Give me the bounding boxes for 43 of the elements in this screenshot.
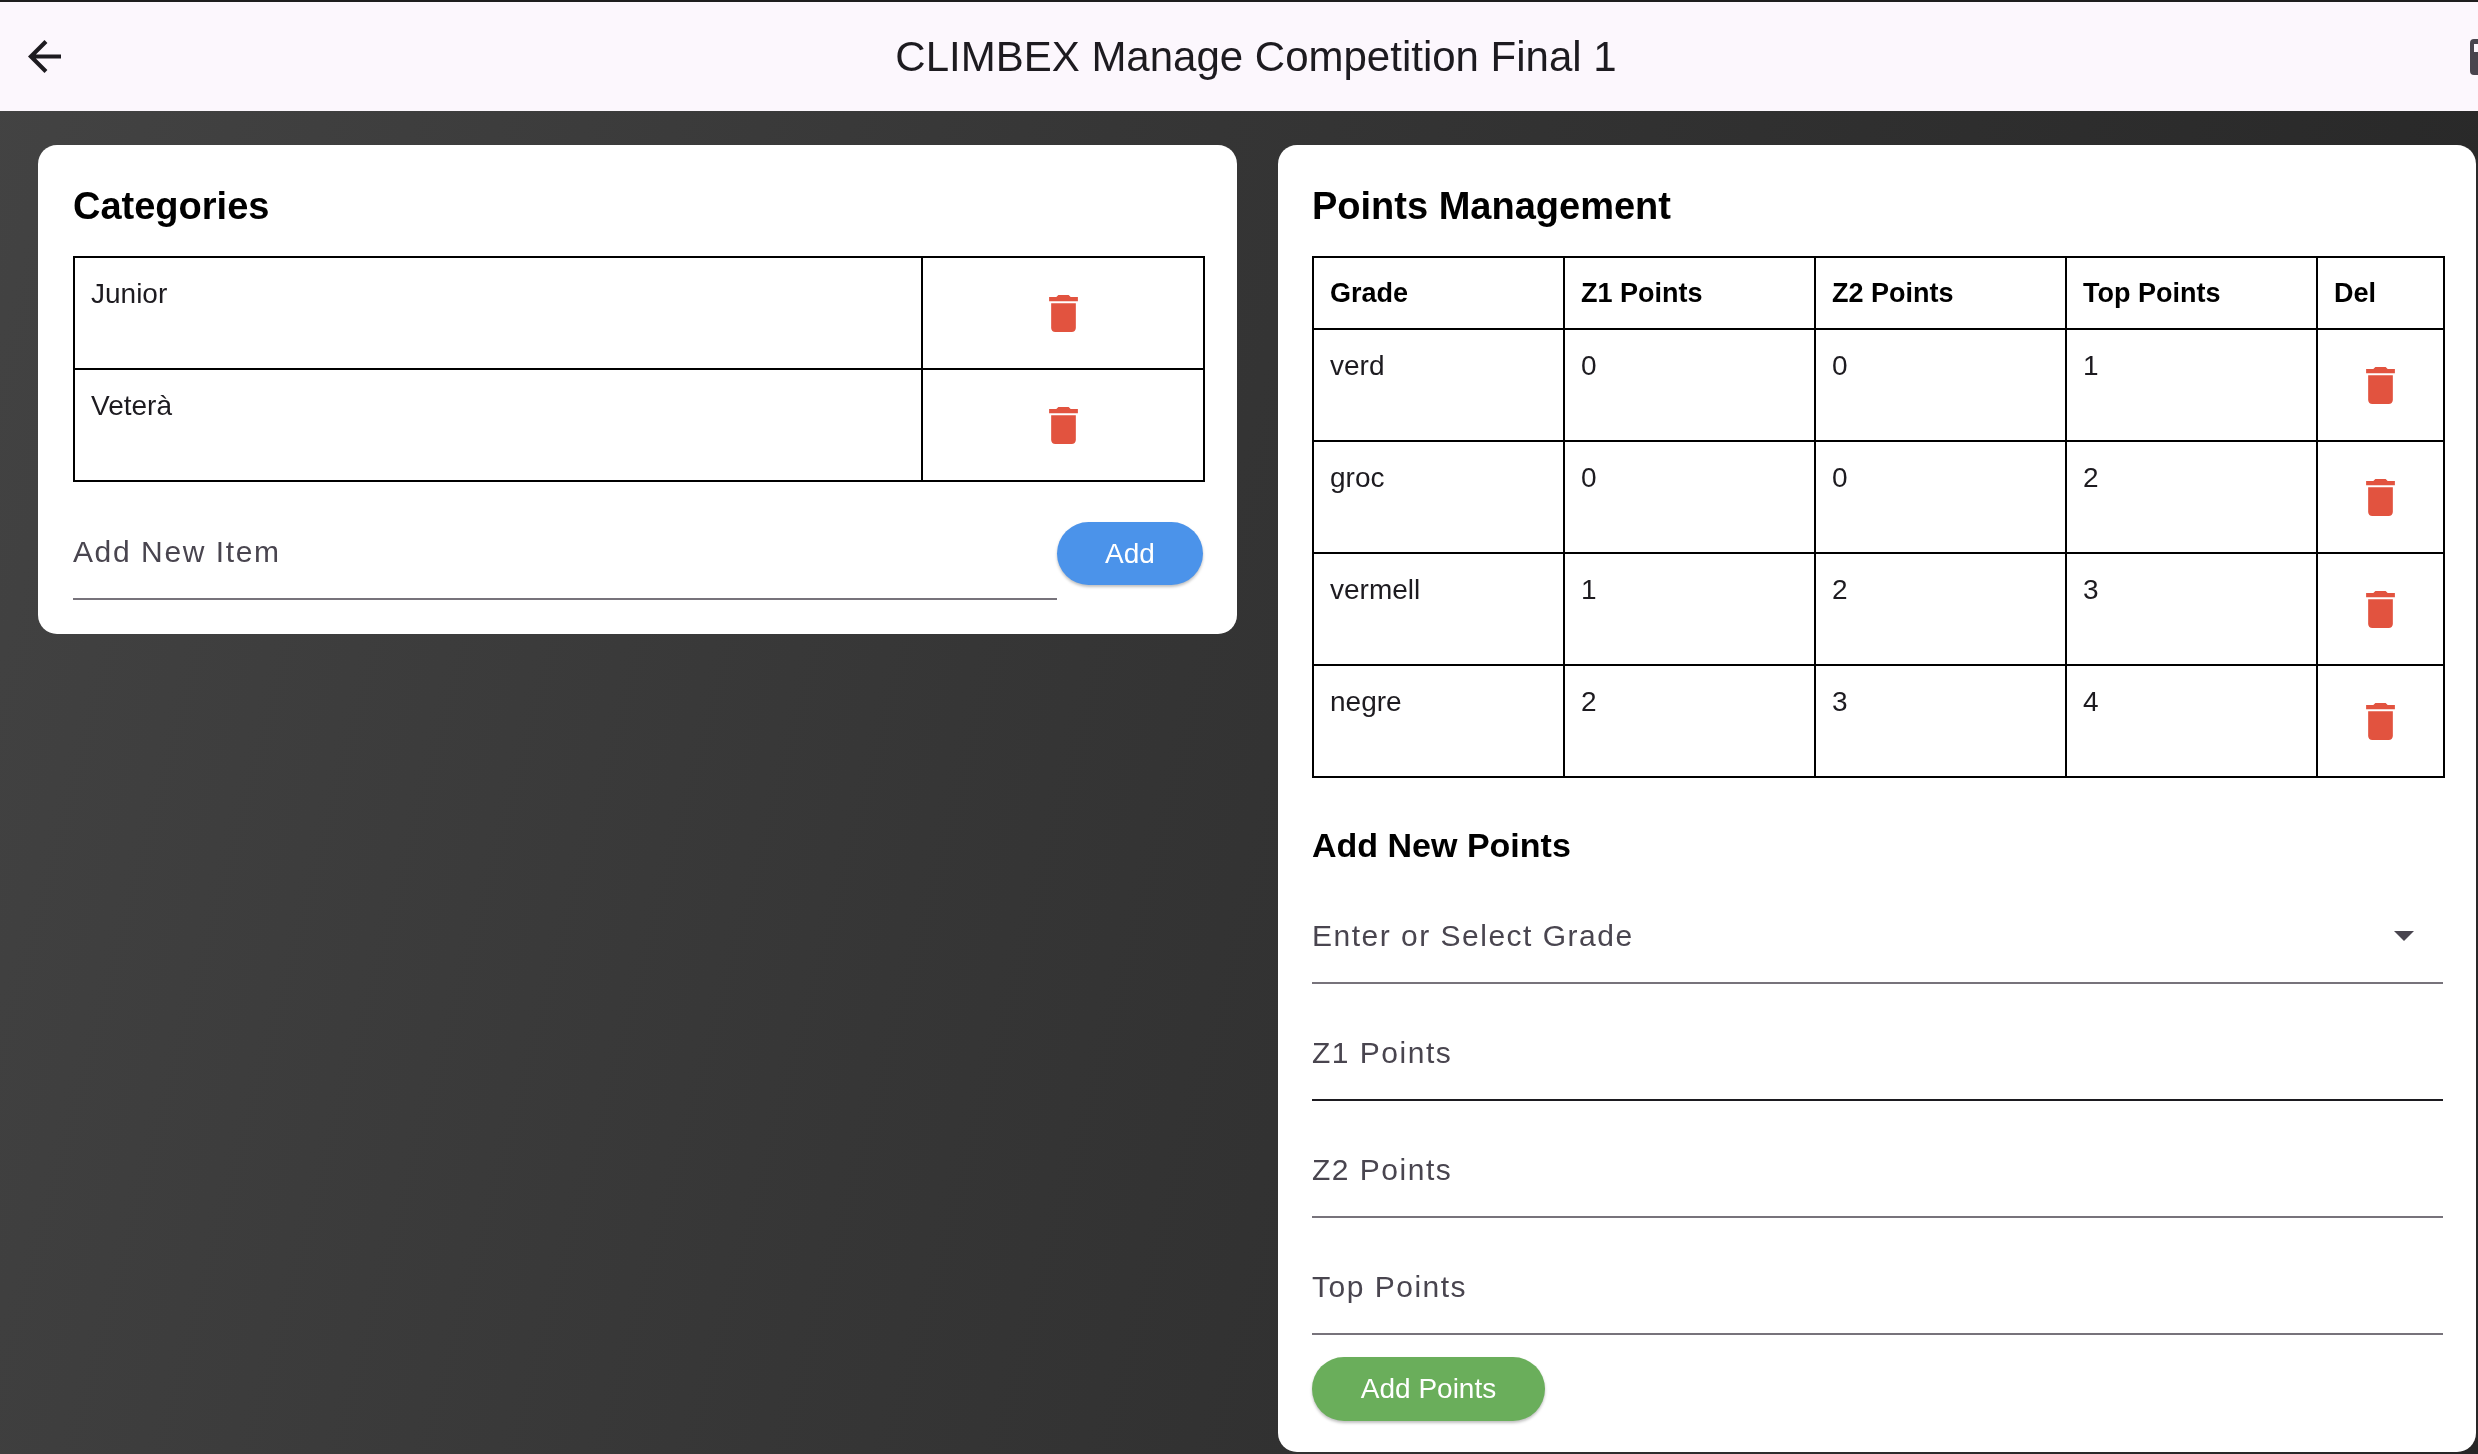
save-icon[interactable] [2470, 38, 2478, 75]
trash-icon [2366, 366, 2395, 404]
table-cell: negre [1313, 665, 1564, 777]
column-header: Z1 Points [1564, 257, 1815, 329]
table-cell: groc [1313, 441, 1564, 553]
table-cell: 0 [1564, 329, 1815, 441]
table-cell: vermell [1313, 553, 1564, 665]
add-button[interactable]: Add [1057, 522, 1203, 585]
card-title: Categories [73, 184, 270, 229]
trash-icon [1048, 406, 1078, 444]
table-cell: Veterà [74, 369, 922, 481]
table-cell: 4 [2066, 665, 2317, 777]
table-cell: 2 [2066, 441, 2317, 553]
input-field[interactable]: Z1 Points [1312, 984, 2443, 1101]
table-cell: 0 [1564, 441, 1815, 553]
back-icon [28, 40, 61, 73]
table-cell: 2 [1564, 665, 1815, 777]
trash-icon [2366, 590, 2395, 628]
trash-icon [2366, 478, 2395, 516]
table-cell: Junior [74, 257, 922, 369]
table-cell: 3 [2066, 553, 2317, 665]
dropdown-arrow-icon[interactable] [2394, 931, 2414, 941]
table-cell: 2 [1815, 553, 2066, 665]
column-header: Grade [1313, 257, 1564, 329]
input-field[interactable]: Add New Item [73, 505, 1057, 600]
grade-dropdown[interactable]: Enter or Select Grade [1312, 867, 2443, 984]
window-title: CLIMBEX Manage Competition Final 1 [895, 32, 1617, 81]
trash-icon [1048, 294, 1078, 332]
column-header: Del [2317, 257, 2444, 329]
input-field[interactable]: Top Points [1312, 1218, 2443, 1335]
column-header: Top Points [2066, 257, 2317, 329]
card-title: Points Management [1312, 184, 1671, 229]
table-cell: 0 [1815, 441, 2066, 553]
section-title: Add New Points [1312, 825, 1571, 866]
table-cell: verd [1313, 329, 1564, 441]
table-cell: 1 [1564, 553, 1815, 665]
add-points-button[interactable]: Add Points [1312, 1357, 1545, 1421]
table-cell: 0 [1815, 329, 2066, 441]
table-cell: 3 [1815, 665, 2066, 777]
column-header: Z2 Points [1815, 257, 2066, 329]
table-cell: 1 [2066, 329, 2317, 441]
input-field[interactable]: Z2 Points [1312, 1101, 2443, 1218]
trash-icon [2366, 702, 2395, 740]
